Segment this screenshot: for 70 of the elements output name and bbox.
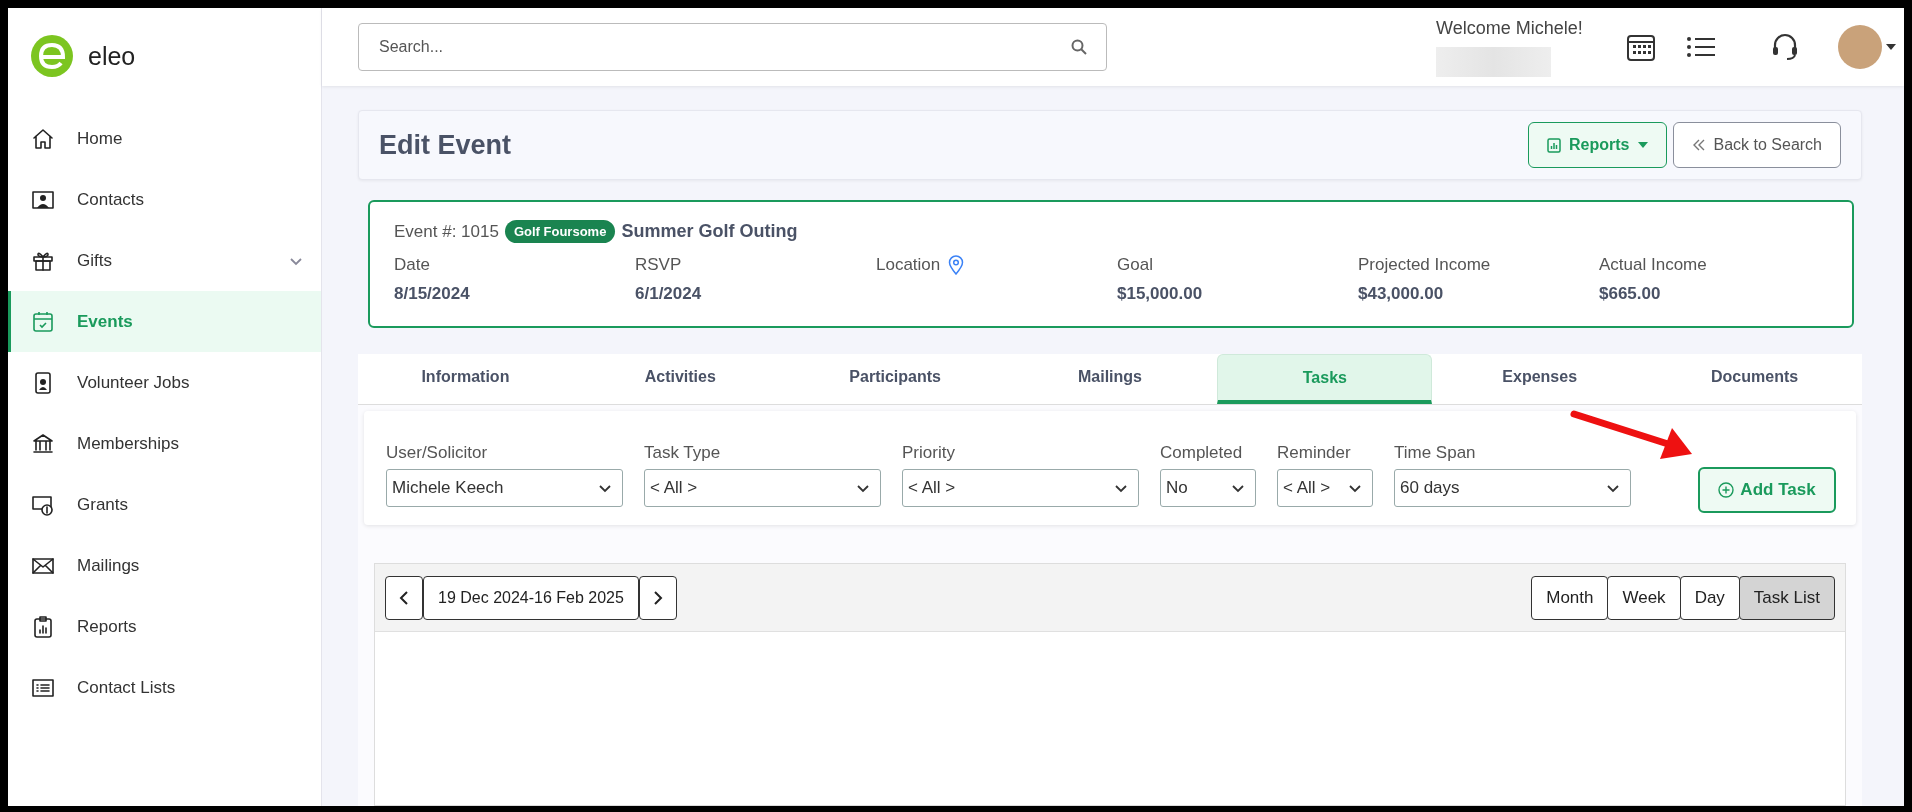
caret-icon — [1637, 142, 1648, 148]
field-value: $15,000.00 — [1117, 284, 1204, 304]
welcome-text: Welcome Michele! — [1436, 18, 1584, 39]
field-label: Date — [394, 255, 430, 275]
back-button[interactable]: Back to Search — [1672, 122, 1841, 168]
view-button[interactable]: Task List — [1738, 575, 1835, 620]
home-icon — [31, 126, 55, 151]
tab[interactable]: Mailings — [1002, 354, 1218, 404]
sidebar-item[interactable]: Volunteer Jobs — [8, 352, 321, 413]
search-field[interactable]: Search... — [358, 23, 1107, 71]
field-value: $665.00 — [1599, 284, 1662, 304]
clipboard-chart-icon — [31, 614, 55, 639]
tab[interactable]: Information — [358, 354, 573, 404]
filter-label: Time Span — [1394, 443, 1477, 463]
event-type-tag: Golf Foursome — [504, 220, 616, 243]
filter-label: Completed — [1160, 443, 1244, 463]
map-pin-icon[interactable] — [948, 255, 965, 275]
tab[interactable]: Participants — [787, 354, 1003, 404]
view-button[interactable]: Week — [1607, 575, 1681, 620]
filter-dropdown[interactable]: < All > — [644, 469, 881, 507]
filter-dropdown[interactable]: Michele Keech — [386, 469, 623, 507]
sidebar-item[interactable]: Grants — [8, 474, 321, 535]
clipboard-chart-icon — [1547, 137, 1562, 153]
field-value: 8/15/2024 — [394, 284, 471, 304]
list-icon[interactable] — [1686, 35, 1716, 59]
caret-icon[interactable] — [1886, 43, 1896, 51]
calendar-icon[interactable] — [1626, 32, 1656, 62]
event-name: Summer Golf Outing — [621, 221, 798, 242]
view-button[interactable]: Month — [1531, 575, 1609, 620]
headset-icon[interactable] — [1772, 33, 1798, 61]
calendar-check-icon — [31, 309, 55, 334]
logo-text: eleo — [88, 41, 136, 71]
next-button[interactable] — [638, 575, 677, 620]
filter-dropdown[interactable]: No — [1160, 469, 1256, 507]
field-label: Projected Income — [1358, 255, 1491, 275]
chevron-left-icon — [399, 589, 409, 606]
field-label: Location — [876, 255, 941, 275]
filter-label: Reminder — [1277, 443, 1352, 463]
filter-dropdown[interactable]: 60 days — [1394, 469, 1631, 507]
search-icon — [1071, 39, 1087, 55]
date-range-button[interactable]: 19 Dec 2024-16 Feb 2025 — [423, 575, 639, 620]
plus-circle-icon — [1718, 482, 1735, 498]
page-title: Edit Event — [379, 129, 512, 161]
filter-dropdown[interactable]: < All > — [902, 469, 1139, 507]
tab[interactable]: Documents — [1647, 354, 1862, 404]
event-number: Event #: 1015 — [394, 221, 499, 242]
sidebar-item[interactable]: Reports — [8, 596, 321, 657]
tab[interactable]: Expenses — [1432, 354, 1648, 404]
field-label: RSVP — [635, 255, 682, 275]
sidebar-item[interactable]: Memberships — [8, 413, 321, 474]
field-value: $43,000.00 — [1358, 284, 1445, 304]
previous-button[interactable] — [385, 575, 423, 620]
view-button[interactable]: Day — [1679, 575, 1740, 620]
sidebar-item[interactable]: Contacts — [8, 169, 321, 230]
bank-icon — [31, 431, 55, 456]
sidebar-item[interactable]: Mailings — [8, 535, 321, 596]
tab[interactable]: Activities — [572, 354, 788, 404]
field-label: Goal — [1117, 255, 1153, 275]
filter-label: Priority — [902, 443, 956, 463]
filter-dropdown[interactable]: < All > — [1277, 469, 1373, 507]
field-label: Actual Income — [1599, 255, 1707, 275]
logo-icon — [30, 34, 74, 78]
double-chevron-left-icon — [1691, 138, 1706, 152]
sidebar-item[interactable]: Contact Lists — [8, 657, 321, 718]
sidebar-item[interactable]: Gifts — [8, 230, 321, 291]
filter-label: User/Solicitor — [386, 443, 489, 463]
sidebar-item[interactable]: Home — [8, 108, 321, 169]
chevron-right-icon — [652, 589, 663, 606]
filter-label: Task Type — [644, 443, 722, 463]
field-value: 6/1/2024 — [635, 284, 703, 304]
